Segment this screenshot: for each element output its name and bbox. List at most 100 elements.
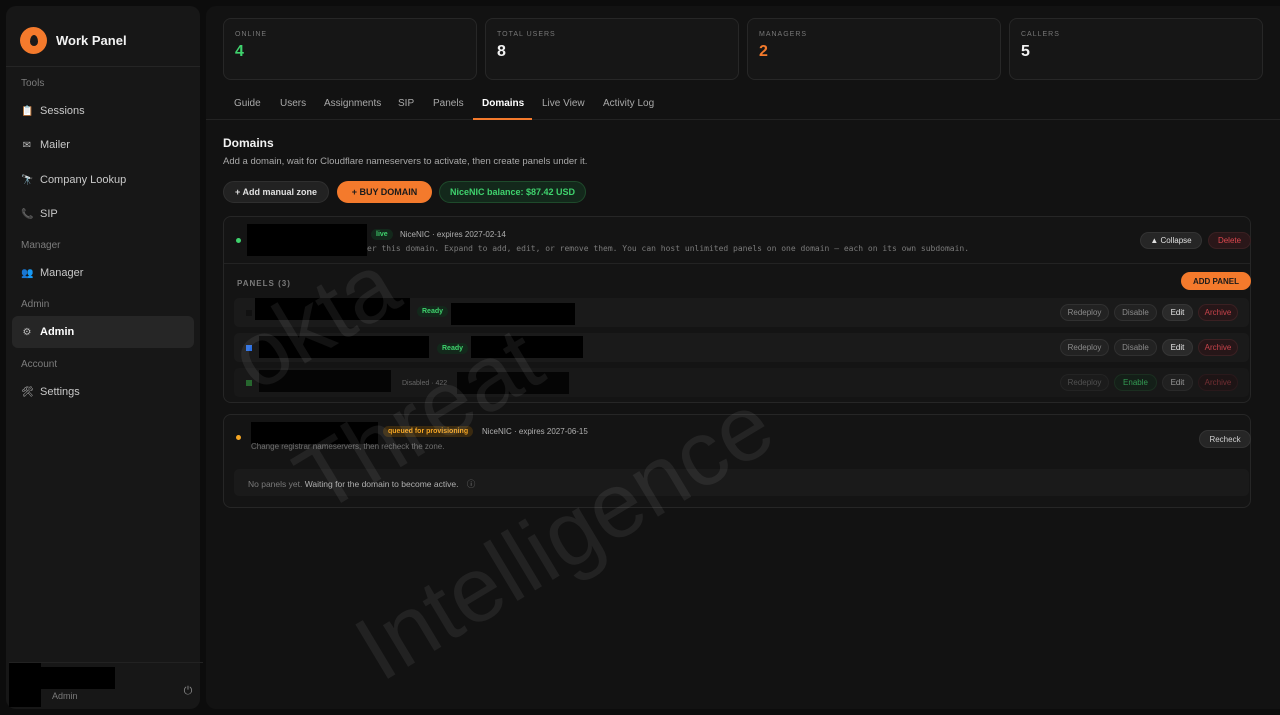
stat-label: CALLERS bbox=[1021, 31, 1060, 38]
panel-color-square bbox=[246, 310, 252, 316]
domain-name-redacted bbox=[251, 422, 378, 444]
sidebar-item-label: Mailer bbox=[40, 139, 70, 151]
active-tab-indicator bbox=[473, 118, 532, 120]
main-content: ONLINE 4 TOTAL USERS 8 MANAGERS 2 CALLER… bbox=[206, 6, 1280, 709]
domain-card: queued for provisioning NiceNIC · expire… bbox=[223, 414, 1251, 508]
brand-logo-icon bbox=[20, 26, 47, 54]
stat-label: MANAGERS bbox=[759, 31, 808, 38]
power-icon[interactable]: ⏻ bbox=[181, 685, 195, 699]
tools-icon: 🛠 bbox=[21, 386, 34, 398]
username-redacted bbox=[41, 667, 115, 689]
panel-color-square bbox=[246, 345, 252, 351]
enable-button[interactable]: Enable bbox=[1114, 374, 1157, 391]
panel-status-badge: Ready bbox=[417, 306, 449, 317]
tab-activity-log[interactable]: Activity Log bbox=[603, 98, 654, 109]
sidebar-item-label: Admin bbox=[40, 326, 75, 338]
stat-value: 5 bbox=[1021, 43, 1030, 60]
panel-url-redacted bbox=[471, 336, 583, 358]
tab-panels[interactable]: Panels bbox=[433, 98, 464, 109]
collapse-button[interactable]: ▲ Collapse bbox=[1140, 232, 1202, 249]
tab-sip[interactable]: SIP bbox=[398, 98, 414, 109]
telescope-icon: 🔭 bbox=[21, 174, 34, 186]
sidebar-item-label: Manager bbox=[40, 267, 84, 279]
panel-name-redacted bbox=[259, 336, 429, 358]
sidebar-item-manager[interactable]: 👥 Manager bbox=[12, 257, 194, 289]
status-dot bbox=[236, 238, 241, 243]
redeploy-button[interactable]: Redeploy bbox=[1060, 339, 1109, 356]
sidebar-item-label: SIP bbox=[40, 208, 58, 220]
status-badge: queued for provisioning bbox=[383, 426, 474, 437]
edit-button[interactable]: Edit bbox=[1162, 339, 1193, 356]
tab-domains[interactable]: Domains bbox=[482, 98, 524, 109]
panel-status-badge: Ready bbox=[437, 343, 469, 354]
tab-users[interactable]: Users bbox=[280, 98, 306, 109]
sidebar-section-admin: Admin bbox=[21, 299, 50, 310]
stat-label: TOTAL USERS bbox=[497, 31, 556, 38]
sidebar: Work Panel Tools 📋 Sessions ✉ Mailer 🔭 C… bbox=[6, 6, 203, 709]
tab-bar: Guide Users Assignments SIP Panels Domai… bbox=[206, 90, 1280, 120]
recheck-button[interactable]: Recheck bbox=[1199, 430, 1251, 448]
sidebar-section-account: Account bbox=[21, 359, 58, 370]
stat-card-total-users: TOTAL USERS 8 bbox=[485, 18, 739, 80]
sidebar-item-admin[interactable]: ⚙ Admin bbox=[12, 316, 194, 348]
add-panel-button[interactable]: ADD PANEL bbox=[1181, 272, 1251, 290]
delete-button[interactable]: Delete bbox=[1208, 232, 1251, 249]
sidebar-item-mailer[interactable]: ✉ Mailer bbox=[12, 129, 194, 161]
panel-color-square bbox=[246, 380, 252, 386]
tab-live-view[interactable]: Live View bbox=[542, 98, 585, 109]
stat-value: 8 bbox=[497, 43, 506, 60]
panel-name-redacted bbox=[259, 370, 391, 392]
status-dot bbox=[236, 435, 241, 440]
panels-label: PANELS (3) bbox=[237, 279, 291, 288]
disable-button[interactable]: Disable bbox=[1114, 339, 1157, 356]
empty-text: Waiting for the domain to become active. bbox=[304, 479, 459, 489]
sidebar-section-tools: Tools bbox=[21, 78, 45, 89]
domain-card: live NiceNIC · expires 2027-02-14 er thi… bbox=[223, 216, 1251, 403]
archive-button[interactable]: Archive bbox=[1198, 374, 1238, 391]
sidebar-item-label: Company Lookup bbox=[40, 174, 127, 186]
sidebar-item-company-lookup[interactable]: 🔭 Company Lookup bbox=[12, 164, 194, 196]
domain-meta: NiceNIC · expires 2027-02-14 bbox=[400, 230, 506, 239]
panel-row: Ready Redeploy Disable Edit Archive bbox=[234, 333, 1249, 362]
gear-icon: ⚙ bbox=[22, 326, 32, 338]
user-role: Admin bbox=[52, 691, 78, 701]
status-badge: live bbox=[371, 229, 393, 240]
domain-hint: Change registrar nameservers, then reche… bbox=[251, 442, 445, 451]
stat-card-callers: CALLERS 5 bbox=[1009, 18, 1263, 80]
brand[interactable]: Work Panel bbox=[20, 22, 127, 58]
sidebar-item-settings[interactable]: 🛠 Settings bbox=[12, 376, 194, 408]
stat-value: 2 bbox=[759, 43, 768, 60]
stat-card-managers: MANAGERS 2 bbox=[747, 18, 1001, 80]
buy-domain-button[interactable]: + BUY DOMAIN bbox=[337, 181, 432, 203]
redeploy-button[interactable]: Redeploy bbox=[1060, 304, 1109, 321]
sidebar-item-sessions[interactable]: 📋 Sessions bbox=[12, 95, 194, 127]
sidebar-divider bbox=[6, 66, 200, 67]
stat-card-online: ONLINE 4 bbox=[223, 18, 477, 80]
redeploy-button[interactable]: Redeploy bbox=[1060, 374, 1109, 391]
disable-button[interactable]: Disable bbox=[1114, 304, 1157, 321]
edit-button[interactable]: Edit bbox=[1162, 374, 1193, 391]
panel-row: Disabled · 422 Redeploy Enable Edit Arch… bbox=[234, 368, 1249, 397]
panel-url-redacted bbox=[451, 303, 575, 325]
stat-value: 4 bbox=[235, 43, 244, 60]
balance-badge: NiceNIC balance: $87.42 USD bbox=[439, 181, 586, 203]
avatar-redacted bbox=[9, 663, 41, 707]
tab-guide[interactable]: Guide bbox=[234, 98, 261, 109]
domain-name-redacted bbox=[247, 224, 367, 256]
domain-meta: NiceNIC · expires 2027-06-15 bbox=[482, 427, 588, 436]
sidebar-user[interactable]: Admin ⏻ bbox=[9, 662, 203, 707]
add-manual-zone-button[interactable]: + Add manual zone bbox=[223, 181, 329, 203]
archive-button[interactable]: Archive bbox=[1198, 304, 1238, 321]
brand-title: Work Panel bbox=[56, 32, 127, 48]
empty-prefix: No panels yet. bbox=[248, 479, 303, 489]
tab-assignments[interactable]: Assignments bbox=[324, 98, 381, 109]
panel-status-badge: Disabled · 422 bbox=[402, 380, 448, 387]
panel-row: Ready Redeploy Disable Edit Archive bbox=[234, 298, 1249, 327]
app-root: Work Panel Tools 📋 Sessions ✉ Mailer 🔭 C… bbox=[0, 0, 1280, 715]
edit-button[interactable]: Edit bbox=[1162, 304, 1193, 321]
panel-url-redacted bbox=[457, 372, 569, 394]
archive-button[interactable]: Archive bbox=[1198, 339, 1238, 356]
domain-hint: er this domain. Expand to add, edit, or … bbox=[367, 244, 970, 253]
envelope-icon: ✉ bbox=[22, 139, 32, 151]
sidebar-item-sip[interactable]: 📞 SIP bbox=[12, 198, 194, 230]
